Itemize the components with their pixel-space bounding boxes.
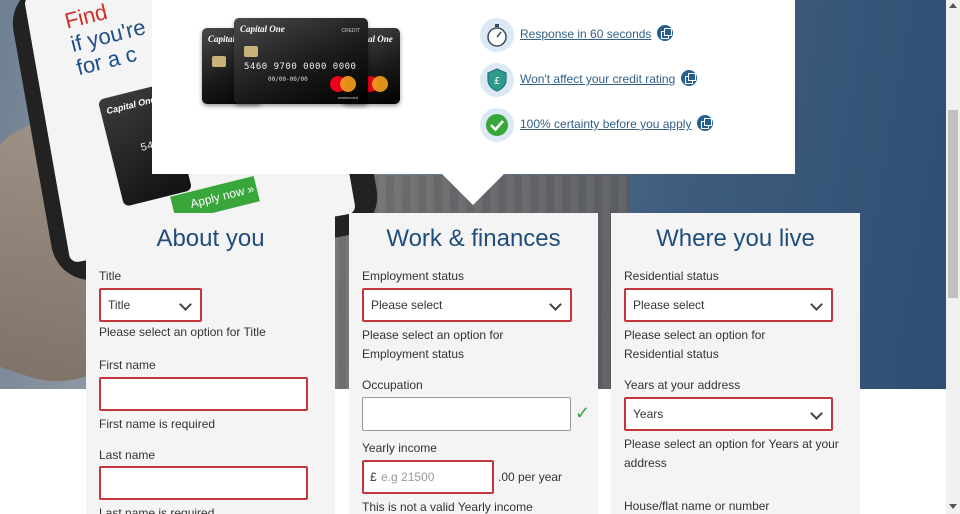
house-name-label: House/flat name or number [624,499,770,513]
benefit-link[interactable]: Response in 60 seconds [520,22,674,41]
employment-status-error: Please select an option for Employment s… [362,328,504,361]
benefit-link[interactable]: Won't affect your credit rating [520,67,698,86]
occupation-label: Occupation [362,378,423,392]
yearly-income-field[interactable]: £ e.g 21500 [362,460,494,494]
residential-status-error: Please select an option for Residential … [624,328,766,361]
shield-pound-icon: £ [480,63,514,97]
yearly-income-label: Yearly income [362,441,437,455]
chevron-down-icon [810,298,823,311]
first-name-label: First name [99,358,156,372]
residential-status-select[interactable]: Please select [624,288,833,322]
where-you-live-section: Where you live Residential status Please… [611,213,860,514]
employment-status-select[interactable]: Please select [362,288,572,322]
mastercard-logo-icon [330,76,356,92]
work-finances-section: Work & finances Employment status Please… [349,213,598,514]
credit-card-front: Capital One CREDIT 5460 9700 0000 0000 0… [234,18,368,104]
hero-info-panel: Capital One Capital One Capital One CRED… [152,0,795,174]
years-at-address-select[interactable]: Years [624,397,833,431]
section-title: Where you live [656,225,815,252]
last-name-label: Last name [99,448,156,462]
page-scrollbar[interactable] [946,0,960,514]
external-link-icon[interactable] [697,115,714,131]
years-at-address-error: Please select an option for Years at you… [624,437,839,470]
first-name-error: First name is required [99,417,216,431]
last-name-error: Last name is required [99,506,215,514]
benefit-link[interactable]: 100% certainty before you apply [520,112,714,131]
checkmark-icon [480,108,514,142]
panel-pointer-arrow [441,173,505,205]
external-link-icon[interactable] [681,70,698,86]
external-link-icon[interactable] [657,25,674,41]
about-you-section: About you Title Title Please select an o… [86,213,335,514]
pound-sign: £ [370,470,377,484]
title-label: Title [99,269,122,283]
scroll-up-arrow-icon[interactable] [949,3,957,8]
card-chip-icon [244,46,258,57]
section-title: Work & finances [386,225,561,252]
scroll-down-arrow-icon[interactable] [949,504,957,509]
residential-status-label: Residential status [624,269,719,283]
credit-cards-image: Capital One Capital One Capital One CRED… [202,18,402,108]
chevron-down-icon [810,407,823,420]
svg-text:£: £ [494,76,500,87]
yearly-income-error: This is not a valid Yearly income [362,500,533,514]
last-name-field[interactable] [99,466,308,500]
section-title: About you [156,225,265,252]
benefit-response-time: Response in 60 seconds [480,18,780,63]
chevron-down-icon [179,298,192,311]
occupation-field[interactable] [362,397,571,431]
employment-status-label: Employment status [362,269,465,283]
benefit-credit-rating: £ Won't affect your credit rating [480,63,780,108]
scrollbar-thumb[interactable] [948,110,958,298]
stopwatch-icon [480,18,514,52]
title-error: Please select an option for Title [99,325,266,339]
chevron-down-icon [549,298,562,311]
first-name-field[interactable] [99,377,308,411]
years-at-address-label: Years at your address [624,378,741,392]
income-placeholder: e.g 21500 [381,470,435,484]
income-suffix: .00 per year [498,470,563,484]
benefit-certainty: 100% certainty before you apply [480,108,780,153]
valid-check-icon: ✓ [575,403,591,423]
benefits-list: Response in 60 seconds £ Won't affect yo… [480,18,780,153]
title-select[interactable]: Title [99,288,202,322]
